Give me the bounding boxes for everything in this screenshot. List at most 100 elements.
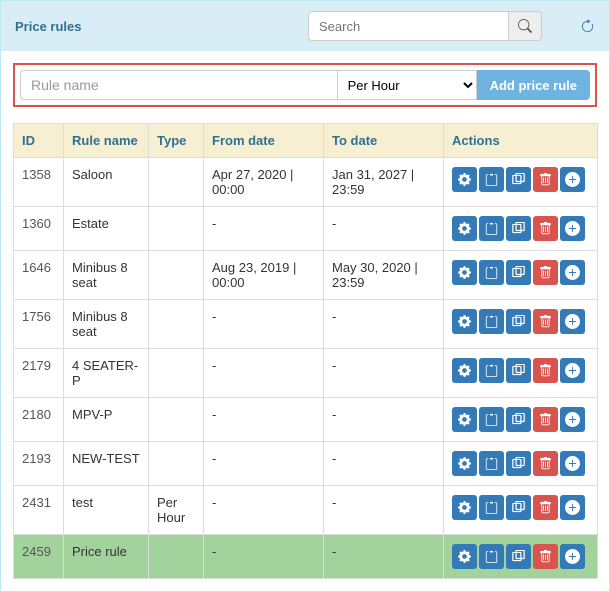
copy-button[interactable] bbox=[479, 167, 504, 192]
delete-button[interactable] bbox=[533, 495, 558, 520]
trash-icon bbox=[539, 501, 552, 514]
cell-from-date: - bbox=[204, 486, 324, 535]
duplicate-button[interactable] bbox=[506, 544, 531, 569]
settings-button[interactable] bbox=[452, 495, 477, 520]
cell-type bbox=[149, 535, 204, 579]
gear-icon bbox=[458, 501, 471, 514]
add-button[interactable] bbox=[560, 358, 585, 383]
cell-rule-name: Minibus 8 seat bbox=[64, 251, 149, 300]
duplicate-button[interactable] bbox=[506, 309, 531, 334]
cell-id: 1646 bbox=[14, 251, 64, 300]
actions-cell bbox=[444, 535, 598, 579]
delete-button[interactable] bbox=[533, 451, 558, 476]
col-type[interactable]: Type bbox=[149, 124, 204, 158]
settings-button[interactable] bbox=[452, 544, 477, 569]
col-to-date[interactable]: To date bbox=[324, 124, 444, 158]
price-rules-panel: Price rules Per Hour Add price rule bbox=[0, 0, 610, 592]
copy-icon bbox=[485, 364, 498, 377]
duplicate-button[interactable] bbox=[506, 216, 531, 241]
add-button[interactable] bbox=[560, 216, 585, 241]
cell-id: 2180 bbox=[14, 398, 64, 442]
cell-from-date: - bbox=[204, 442, 324, 486]
cell-from-date: - bbox=[204, 349, 324, 398]
search-icon bbox=[518, 19, 532, 33]
plus-circle-icon bbox=[565, 456, 580, 471]
copy-button[interactable] bbox=[479, 216, 504, 241]
trash-icon bbox=[539, 266, 552, 279]
search-button[interactable] bbox=[508, 11, 542, 41]
plus-circle-icon bbox=[565, 221, 580, 236]
add-button[interactable] bbox=[560, 167, 585, 192]
add-button[interactable] bbox=[560, 260, 585, 285]
settings-button[interactable] bbox=[452, 451, 477, 476]
delete-button[interactable] bbox=[533, 216, 558, 241]
window-icon bbox=[512, 315, 525, 328]
search-input[interactable] bbox=[308, 11, 508, 41]
copy-button[interactable] bbox=[479, 544, 504, 569]
add-button[interactable] bbox=[560, 495, 585, 520]
gear-icon bbox=[458, 173, 471, 186]
duplicate-button[interactable] bbox=[506, 260, 531, 285]
duplicate-button[interactable] bbox=[506, 451, 531, 476]
col-rule-name[interactable]: Rule name bbox=[64, 124, 149, 158]
cell-rule-name: MPV-P bbox=[64, 398, 149, 442]
delete-button[interactable] bbox=[533, 407, 558, 432]
actions-cell bbox=[444, 251, 598, 300]
settings-button[interactable] bbox=[452, 167, 477, 192]
cell-rule-name: test bbox=[64, 486, 149, 535]
cell-rule-name: Price rule bbox=[64, 535, 149, 579]
cell-type bbox=[149, 158, 204, 207]
settings-button[interactable] bbox=[452, 358, 477, 383]
copy-button[interactable] bbox=[479, 407, 504, 432]
table-row: 1358SaloonApr 27, 2020 | 00:00Jan 31, 20… bbox=[14, 158, 598, 207]
add-rule-row: Per Hour Add price rule bbox=[13, 63, 597, 107]
copy-icon bbox=[485, 457, 498, 470]
window-icon bbox=[512, 222, 525, 235]
cell-to-date: - bbox=[324, 398, 444, 442]
cell-from-date: - bbox=[204, 535, 324, 579]
add-button[interactable] bbox=[560, 407, 585, 432]
refresh-icon bbox=[580, 19, 595, 34]
trash-icon bbox=[539, 222, 552, 235]
refresh-button[interactable] bbox=[580, 19, 595, 34]
duplicate-button[interactable] bbox=[506, 407, 531, 432]
col-id[interactable]: ID bbox=[14, 124, 64, 158]
cell-rule-name: NEW-TEST bbox=[64, 442, 149, 486]
delete-button[interactable] bbox=[533, 260, 558, 285]
settings-button[interactable] bbox=[452, 216, 477, 241]
delete-button[interactable] bbox=[533, 309, 558, 334]
copy-icon bbox=[485, 222, 498, 235]
cell-to-date: - bbox=[324, 349, 444, 398]
duplicate-button[interactable] bbox=[506, 167, 531, 192]
delete-button[interactable] bbox=[533, 358, 558, 383]
actions-cell bbox=[444, 442, 598, 486]
copy-button[interactable] bbox=[479, 358, 504, 383]
cell-rule-name: Minibus 8 seat bbox=[64, 300, 149, 349]
copy-icon bbox=[485, 266, 498, 279]
add-button[interactable] bbox=[560, 451, 585, 476]
copy-button[interactable] bbox=[479, 260, 504, 285]
copy-button[interactable] bbox=[479, 451, 504, 476]
actions-cell bbox=[444, 349, 598, 398]
copy-icon bbox=[485, 550, 498, 563]
table-row: 2431testPer Hour-- bbox=[14, 486, 598, 535]
col-from-date[interactable]: From date bbox=[204, 124, 324, 158]
settings-button[interactable] bbox=[452, 260, 477, 285]
duplicate-button[interactable] bbox=[506, 358, 531, 383]
add-price-rule-button[interactable]: Add price rule bbox=[477, 70, 590, 100]
delete-button[interactable] bbox=[533, 544, 558, 569]
trash-icon bbox=[539, 550, 552, 563]
rule-name-input[interactable] bbox=[20, 70, 337, 100]
copy-button[interactable] bbox=[479, 309, 504, 334]
delete-button[interactable] bbox=[533, 167, 558, 192]
add-button[interactable] bbox=[560, 544, 585, 569]
settings-button[interactable] bbox=[452, 309, 477, 334]
add-button[interactable] bbox=[560, 309, 585, 334]
cell-from-date: - bbox=[204, 207, 324, 251]
rule-type-select[interactable]: Per Hour bbox=[337, 70, 477, 100]
copy-button[interactable] bbox=[479, 495, 504, 520]
cell-type bbox=[149, 300, 204, 349]
settings-button[interactable] bbox=[452, 407, 477, 432]
duplicate-button[interactable] bbox=[506, 495, 531, 520]
table-row: 21794 SEATER-P-- bbox=[14, 349, 598, 398]
